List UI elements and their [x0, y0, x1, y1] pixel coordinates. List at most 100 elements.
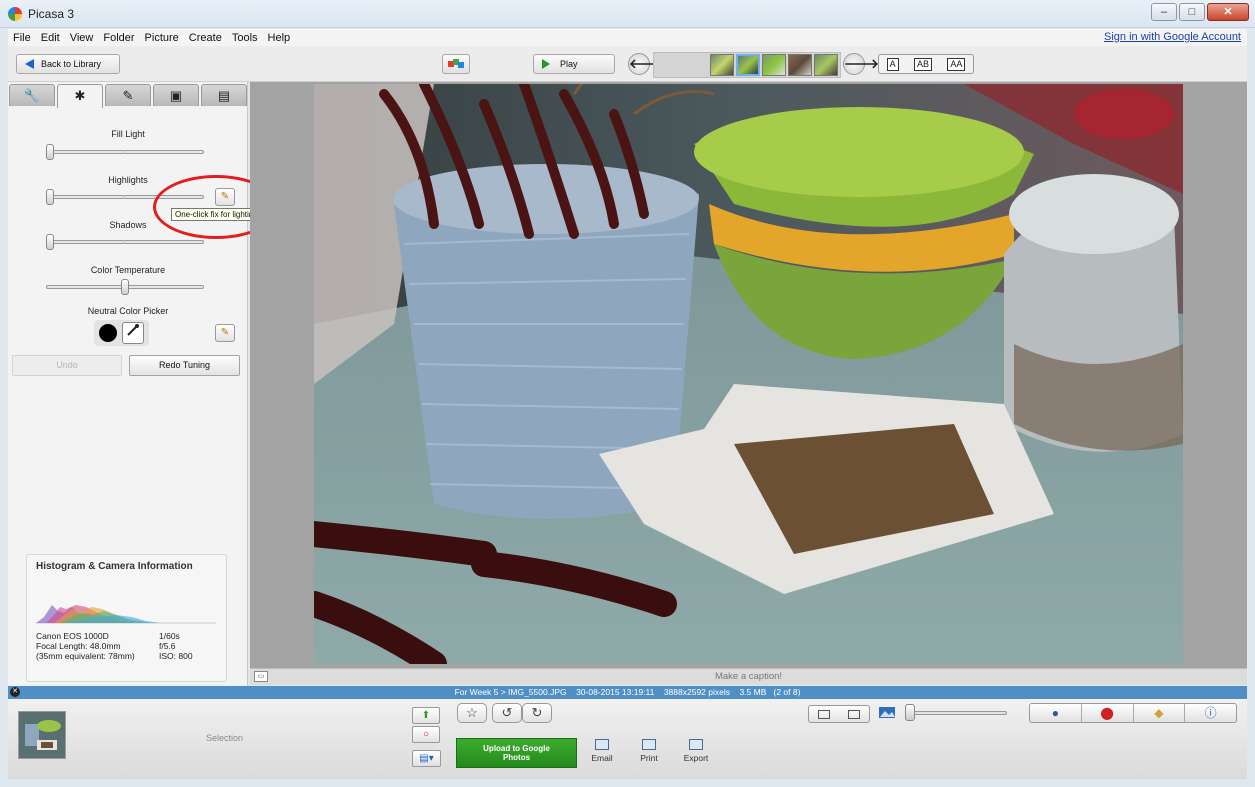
thumbnail-strip — [653, 52, 841, 78]
neutral-color-swatch — [99, 324, 117, 342]
tab-basic-fixes[interactable]: 🔧 — [9, 84, 55, 106]
menu-folder[interactable]: Folder — [98, 32, 139, 44]
info-icon: ⓘ — [1204, 706, 1217, 720]
previous-photo-button[interactable]: 🡐 — [628, 53, 664, 75]
pin-icon: ⬆ — [421, 710, 431, 721]
highlights-handle[interactable] — [46, 189, 54, 205]
window-title: Picasa 3 — [28, 7, 75, 21]
rotate-right-icon: ↻ — [531, 705, 543, 720]
menu-create[interactable]: Create — [184, 32, 227, 44]
view-mode-buttons — [808, 705, 870, 723]
picasa-logo-icon — [8, 7, 22, 21]
tag-buttons: ● ⬤ ◆ ⓘ — [1029, 703, 1237, 723]
photo-size: 3.5 MB — [739, 687, 767, 697]
effects-icon: ▤ — [217, 88, 231, 103]
star-button[interactable]: ☆ — [457, 703, 487, 723]
menu-picture[interactable]: Picture — [140, 32, 184, 44]
tab-more-effects-2[interactable]: ▤ — [201, 84, 247, 106]
sun-icon: ✱ — [74, 88, 86, 103]
photo-image — [314, 84, 1183, 664]
thumbnail-2-selected[interactable] — [736, 54, 760, 76]
slider-tick — [124, 150, 125, 154]
upload-to-google-photos-button[interactable]: Upload to Google Photos — [456, 738, 577, 768]
thumbnail-4[interactable] — [788, 54, 812, 76]
rotate-left-button[interactable]: ↺ — [492, 703, 522, 723]
focal-equivalent: (35mm equivalent: 78mm) — [36, 651, 135, 661]
tab-effects[interactable]: ✎ — [105, 84, 151, 106]
minimize-button[interactable]: – — [1151, 3, 1177, 21]
tooltip: One-click fix for lighting — [171, 208, 262, 221]
close-button[interactable]: ✕ — [1207, 3, 1249, 21]
zoom-photo-icon — [879, 707, 895, 718]
color-temperature-handle[interactable] — [121, 279, 129, 295]
focal-length: Focal Length: 48.0mm — [36, 641, 121, 651]
menu-file[interactable]: File — [8, 32, 36, 44]
export-label: Export — [683, 753, 709, 763]
back-to-library-button[interactable]: Back to Library — [16, 54, 120, 74]
people-button[interactable]: ● — [1030, 704, 1082, 722]
email-label: Email — [591, 753, 613, 763]
edit-panel: 🔧 ✱ ✎ ▣ ▤ Fill Light Highlights ✎ Shadow… — [8, 82, 279, 686]
main-photo[interactable] — [314, 84, 1183, 664]
album-icon: ▤▾ — [419, 753, 434, 764]
fill-light-slider[interactable] — [46, 150, 204, 154]
thumbnail-1[interactable] — [710, 54, 734, 76]
thumbnail-5[interactable] — [814, 54, 838, 76]
window-controls: – □ ✕ — [1151, 3, 1249, 21]
menu-tools[interactable]: Tools — [227, 32, 263, 44]
text-button-aa[interactable]: AA — [947, 57, 966, 71]
play-label: Play — [560, 59, 578, 69]
aperture: f/5.6 — [159, 641, 176, 651]
places-button[interactable]: ⬤ — [1082, 704, 1134, 722]
caption-input[interactable]: Make a caption! — [250, 671, 1247, 682]
shadows-slider[interactable] — [46, 240, 204, 244]
maximize-button[interactable]: □ — [1179, 3, 1205, 21]
play-icon — [542, 59, 550, 69]
shadows-handle[interactable] — [46, 234, 54, 250]
undo-button[interactable]: Undo — [12, 355, 122, 376]
clear-selection-button[interactable]: ○ — [412, 726, 440, 743]
email-button[interactable]: Email — [582, 739, 622, 763]
next-photo-button[interactable]: 🡒 — [843, 53, 879, 75]
menu-view[interactable]: View — [65, 32, 99, 44]
tab-tuning[interactable]: ✱ — [57, 84, 103, 108]
actual-size-icon[interactable] — [848, 709, 860, 719]
menu-help[interactable]: Help — [263, 32, 296, 44]
export-icon — [689, 739, 703, 750]
brush-icon: ✎ — [122, 88, 134, 103]
email-icon — [595, 739, 609, 750]
album-add-button[interactable]: ▤▾ — [412, 750, 441, 767]
collage-button[interactable] — [442, 54, 470, 74]
edit-tabs: 🔧 ✱ ✎ ▣ ▤ — [8, 84, 248, 108]
back-arrow-icon — [25, 59, 34, 69]
text-button-ab[interactable]: AB — [913, 57, 932, 71]
eyedropper-button[interactable] — [122, 322, 144, 344]
right-arrow-icon: 🡒 — [844, 56, 879, 71]
auto-color-button[interactable]: ✎ — [215, 324, 235, 342]
location-pin-icon: ⬤ — [1100, 706, 1114, 720]
photo-date: 30-08-2015 13:19:11 — [576, 687, 655, 697]
export-button[interactable]: Export — [676, 739, 716, 763]
zoom-slider[interactable] — [906, 711, 1007, 715]
rotate-right-button[interactable]: ↻ — [522, 703, 552, 723]
selected-photo-thumbnail[interactable] — [18, 711, 66, 759]
menu-edit[interactable]: Edit — [36, 32, 65, 44]
fit-view-icon[interactable] — [818, 709, 830, 719]
tags-button[interactable]: ◆ — [1134, 704, 1186, 722]
main-toolbar: Back to Library Play 🡐 🡒 A AB AA — [8, 46, 1247, 82]
upload-label: Upload to Google Photos — [483, 744, 550, 762]
play-slideshow-button[interactable]: Play — [533, 54, 615, 74]
sign-in-link[interactable]: Sign in with Google Account — [1104, 31, 1241, 43]
redo-tuning-button[interactable]: Redo Tuning — [129, 355, 240, 376]
print-button[interactable]: Print — [629, 739, 669, 763]
menu-bar: File Edit View Folder Picture Create Too… — [8, 29, 1247, 46]
zoom-slider-handle[interactable] — [905, 704, 915, 721]
fill-light-handle[interactable] — [46, 144, 54, 160]
iso: ISO: 800 — [159, 651, 193, 661]
properties-button[interactable]: ⓘ — [1185, 704, 1236, 722]
tab-more-effects[interactable]: ▣ — [153, 84, 199, 106]
text-button-a[interactable]: A — [886, 57, 899, 71]
thumbnail-3[interactable] — [762, 54, 786, 76]
hold-pin-button[interactable]: ⬆ — [412, 707, 440, 724]
info-bar: ✕ For Week 5 > IMG_5500.JPG 30-08-2015 1… — [8, 686, 1247, 699]
